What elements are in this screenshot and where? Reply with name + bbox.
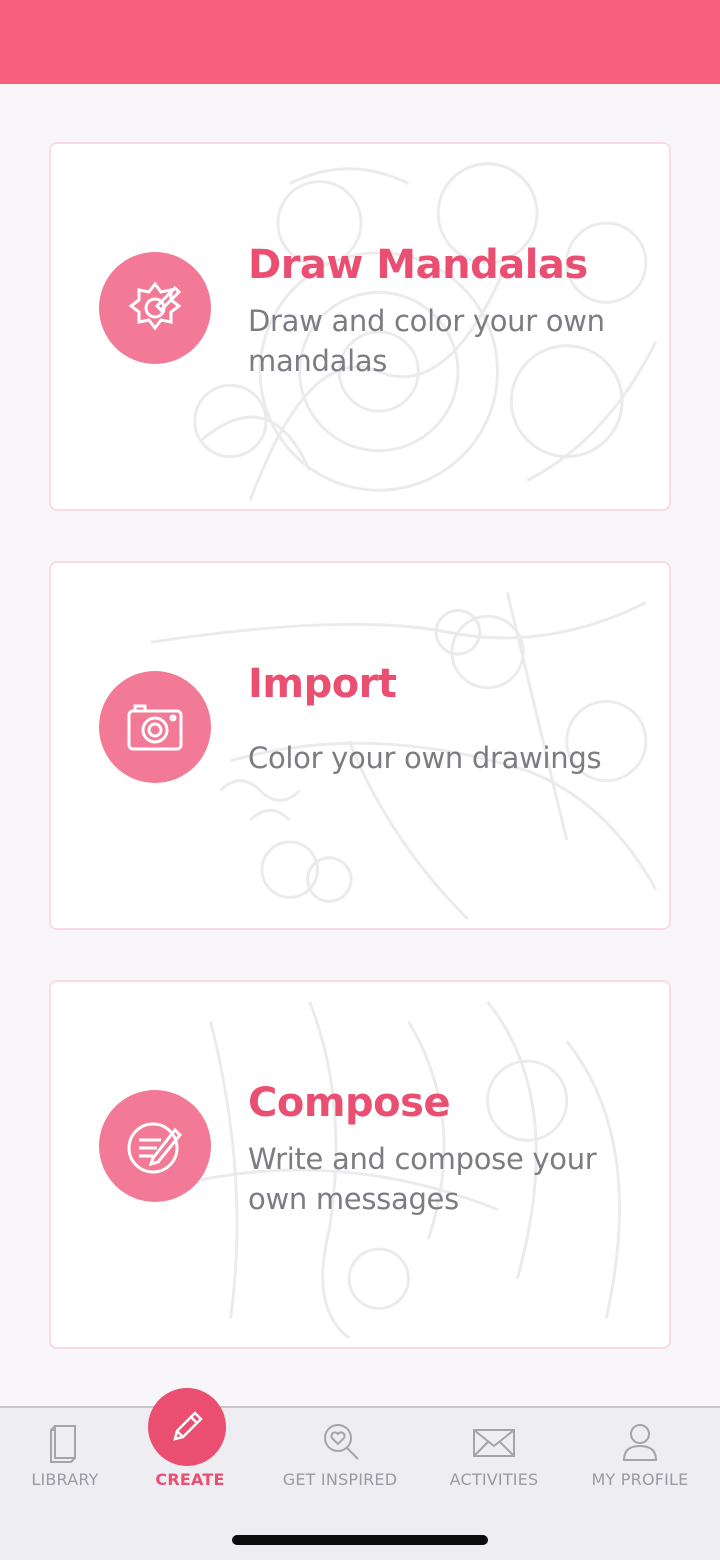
card-description: Draw and color your own mandalas — [248, 304, 605, 378]
card-description: Color your own drawings — [248, 741, 602, 775]
compose-card[interactable]: Compose Write and compose your own messa… — [49, 980, 671, 1349]
nav-activities[interactable]: ACTIVITIES — [430, 1408, 558, 1508]
nav-my-profile[interactable]: MY PROFILE — [580, 1408, 700, 1508]
card-title: Draw Mandalas — [248, 242, 588, 288]
card-title: Import — [248, 661, 397, 707]
draw-mandalas-card[interactable]: Draw Mandalas Draw and color your own ma… — [49, 142, 671, 511]
nav-get-inspired[interactable]: GET INSPIRED — [270, 1408, 410, 1508]
create-button[interactable] — [148, 1388, 226, 1466]
nav-label: ACTIVITIES — [449, 1470, 539, 1489]
mandala-pencil-icon — [99, 252, 211, 364]
nav-library[interactable]: LIBRARY — [10, 1408, 120, 1508]
nav-label: GET INSPIRED — [282, 1470, 398, 1489]
top-app-bar — [0, 0, 720, 84]
heart-search-icon — [324, 1424, 359, 1460]
pencil-icon — [173, 1411, 203, 1441]
import-card[interactable]: Import Color your own drawings — [49, 561, 671, 930]
nav-label: LIBRARY — [31, 1470, 99, 1489]
envelope-icon — [473, 1429, 515, 1457]
card-description: Write and compose your own messages — [248, 1142, 597, 1216]
person-icon — [622, 1424, 658, 1461]
nav-label: CREATE — [155, 1470, 225, 1489]
book-icon — [50, 1425, 76, 1463]
nav-label: MY PROFILE — [591, 1470, 689, 1489]
card-title: Compose — [248, 1080, 451, 1126]
compose-pencil-icon — [99, 1090, 211, 1202]
camera-icon — [99, 671, 211, 783]
home-indicator — [232, 1535, 488, 1545]
